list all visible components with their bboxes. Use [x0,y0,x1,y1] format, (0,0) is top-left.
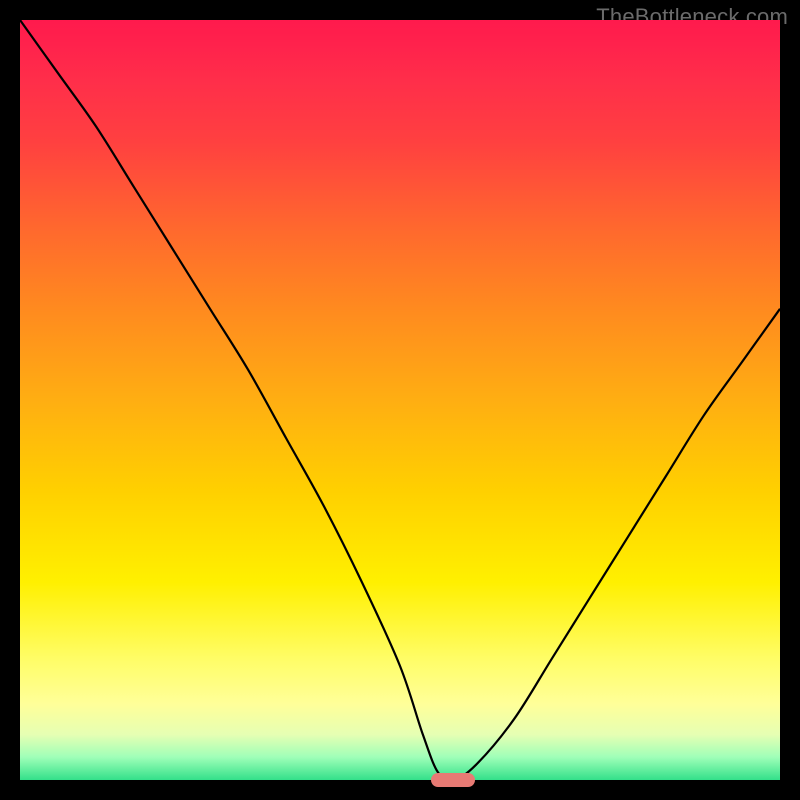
chart-frame: TheBottleneck.com [0,0,800,800]
bottleneck-curve [20,20,780,780]
valley-marker [431,773,475,787]
curve-path [20,20,780,780]
plot-area [20,20,780,780]
